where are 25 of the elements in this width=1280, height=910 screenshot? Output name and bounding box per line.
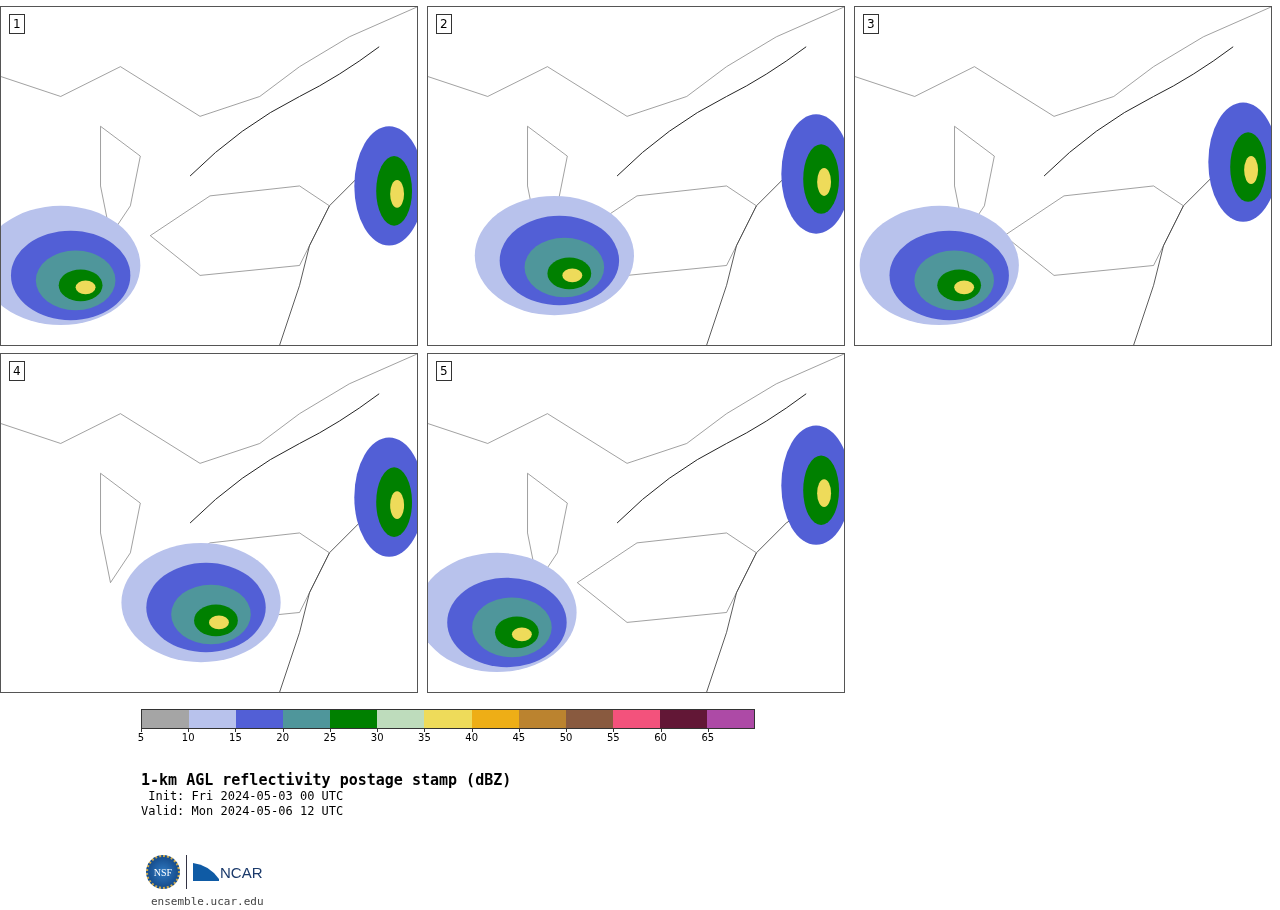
panel-number: 3 — [863, 14, 879, 34]
scale-tick-label: 35 — [418, 732, 431, 743]
ncar-logo-text: NCAR — [220, 863, 263, 881]
scale-tick-label: 15 — [229, 732, 242, 743]
scale-tick-label: 20 — [276, 732, 290, 743]
scale-tick-label: 25 — [323, 732, 337, 743]
panel-number: 5 — [436, 361, 452, 381]
scale-tick-label: 5 — [137, 732, 145, 743]
chart-title: 1-km AGL reflectivity postage stamp (dBZ) — [141, 771, 513, 789]
scale-tick-label: 40 — [465, 732, 478, 743]
valid-time: Valid: Mon 2024-05-06 12 UTC — [141, 804, 345, 819]
panel-number: 2 — [436, 14, 452, 34]
scale-tick-label: 50 — [559, 732, 573, 743]
scale-tick-label: 60 — [654, 732, 667, 743]
init-time: Init: Fri 2024-05-03 00 UTC — [147, 789, 345, 804]
panel-number: 1 — [9, 14, 25, 34]
panel-number: 4 — [9, 361, 25, 381]
scale-tick-label: 55 — [607, 732, 620, 743]
nsf-logo: NSF — [146, 855, 180, 889]
swoosh-icon — [193, 863, 219, 881]
website-url: ensemble.ucar.edu — [151, 895, 265, 908]
scale-tick-label: 30 — [370, 732, 384, 743]
scale-tick-label: 10 — [181, 732, 195, 743]
scale-tick-label: 65 — [701, 732, 715, 743]
scale-tick-label: 45 — [512, 732, 526, 743]
